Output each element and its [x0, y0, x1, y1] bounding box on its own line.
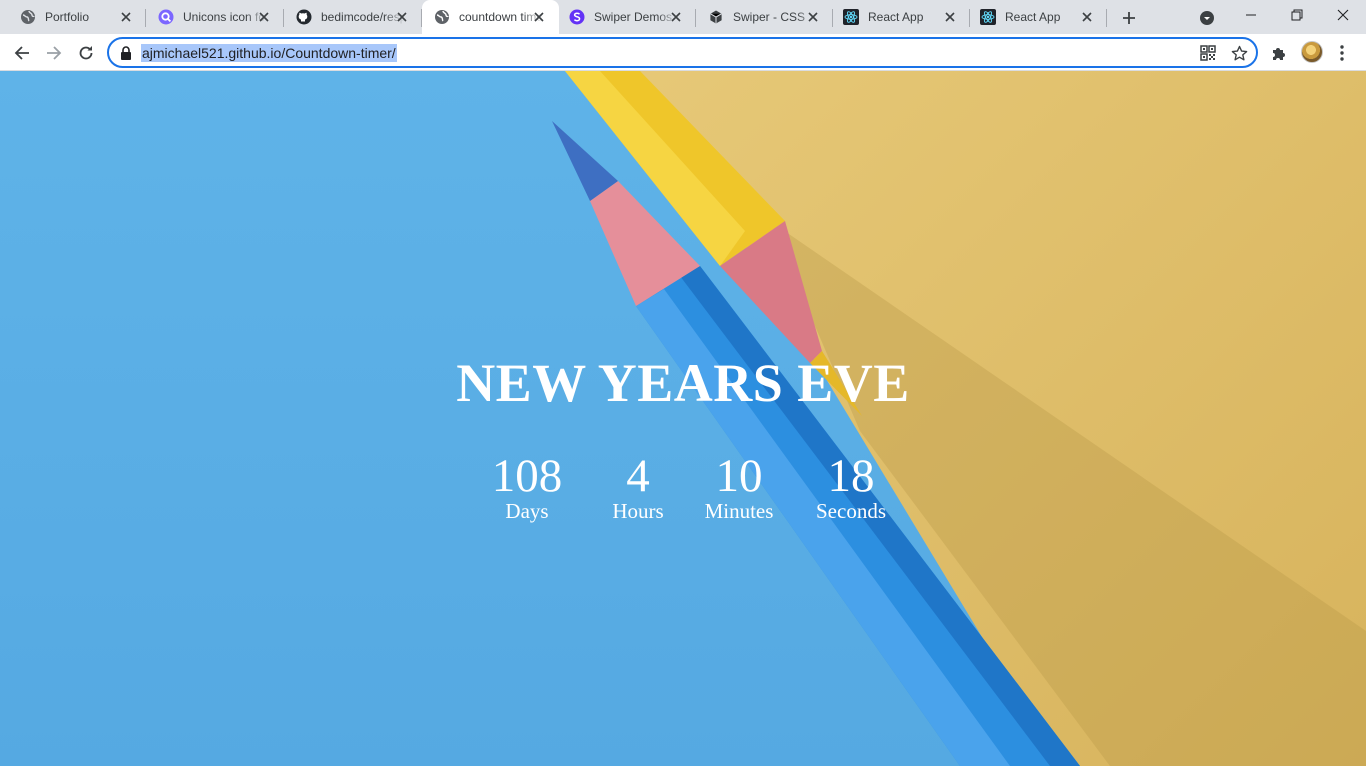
tab-title: Unicons icon fonts	[183, 10, 267, 24]
react-icon	[843, 9, 859, 25]
tab-react-app-1[interactable]: React App	[833, 0, 970, 34]
countdown-seconds: 18 Seconds	[791, 449, 911, 522]
tab-portfolio[interactable]: Portfolio	[0, 0, 146, 34]
forward-arrow-icon	[47, 46, 62, 60]
globe-icon	[434, 9, 450, 25]
minutes-label: Minutes	[704, 499, 774, 523]
plus-icon	[1123, 12, 1135, 24]
codesandbox-icon	[708, 9, 724, 25]
close-tab-icon[interactable]	[668, 9, 684, 25]
extensions-button[interactable]	[1270, 44, 1288, 62]
tab-strip: Portfolio Unicons icon fonts bedimcode/r…	[0, 0, 1366, 34]
minimize-icon	[1246, 14, 1256, 16]
tab-separator	[1106, 9, 1107, 27]
tab-title: bedimcode/responsive	[321, 10, 405, 24]
close-icon	[1337, 9, 1349, 21]
reload-button[interactable]	[72, 39, 100, 67]
react-icon	[980, 9, 996, 25]
tab-title: React App	[868, 10, 924, 24]
minutes-value: 10	[715, 450, 763, 502]
unicons-icon	[158, 9, 174, 25]
lock-icon[interactable]	[120, 46, 132, 60]
minimize-button[interactable]	[1228, 0, 1274, 30]
countdown-title: NEW YEARS EVE	[456, 353, 910, 413]
days-label: Days	[505, 499, 549, 523]
reload-icon	[79, 46, 93, 60]
url-text[interactable]: ajmichael521.github.io/Countdown-timer/	[141, 44, 397, 62]
countdown-days: 108 Days	[467, 449, 587, 522]
qr-code-button[interactable]	[1199, 44, 1217, 62]
chrome-menu-button[interactable]	[1334, 43, 1350, 63]
chevron-down-icon	[1200, 11, 1214, 25]
tab-swiper-demos[interactable]: Swiper Demos	[559, 0, 696, 34]
tab-react-app-2[interactable]: React App	[970, 0, 1107, 34]
close-tab-icon[interactable]	[531, 9, 547, 25]
close-tab-icon[interactable]	[118, 9, 134, 25]
bookmark-star-button[interactable]	[1230, 44, 1248, 62]
new-tab-button[interactable]	[1118, 7, 1140, 29]
tab-swiper-css[interactable]: Swiper - CSS	[696, 0, 833, 34]
tab-countdown-timer[interactable]: countdown timer	[422, 0, 559, 34]
close-tab-icon[interactable]	[942, 9, 958, 25]
page-viewport: NEW YEARS EVE 108 Days 4 Hours 10 Minute…	[0, 71, 1366, 766]
browser-toolbar: ajmichael521.github.io/Countdown-timer/	[0, 34, 1366, 71]
profile-avatar[interactable]	[1301, 41, 1323, 63]
close-window-button[interactable]	[1320, 0, 1366, 30]
globe-icon	[20, 9, 36, 25]
address-bar[interactable]: ajmichael521.github.io/Countdown-timer/	[107, 37, 1258, 68]
tab-title: Portfolio	[45, 10, 90, 24]
swiper-icon	[569, 9, 585, 25]
restore-icon	[1291, 9, 1303, 21]
close-tab-icon[interactable]	[394, 9, 410, 25]
tab-github[interactable]: bedimcode/responsive	[284, 0, 422, 34]
star-icon	[1231, 45, 1247, 60]
puzzle-icon	[1273, 48, 1285, 60]
close-tab-icon[interactable]	[1079, 9, 1095, 25]
qr-code-icon	[1200, 45, 1216, 61]
tab-title: Swiper Demos	[594, 10, 673, 24]
github-icon	[296, 9, 312, 25]
tab-title: React App	[1005, 10, 1061, 24]
forward-button[interactable]	[40, 39, 68, 67]
restore-button[interactable]	[1274, 0, 1320, 30]
more-vert-icon	[1340, 45, 1344, 61]
back-button[interactable]	[8, 39, 36, 67]
countdown-minutes: 10 Minutes	[679, 449, 799, 522]
back-arrow-icon	[14, 46, 29, 60]
close-tab-icon[interactable]	[805, 9, 821, 25]
seconds-value: 18	[827, 450, 875, 502]
close-tab-icon[interactable]	[256, 9, 272, 25]
seconds-label: Seconds	[816, 499, 886, 523]
tab-search-button[interactable]	[1197, 8, 1217, 28]
days-value: 108	[491, 450, 563, 502]
countdown-section: NEW YEARS EVE 108 Days 4 Hours 10 Minute…	[0, 71, 1366, 766]
tab-unicons[interactable]: Unicons icon fonts	[146, 0, 284, 34]
